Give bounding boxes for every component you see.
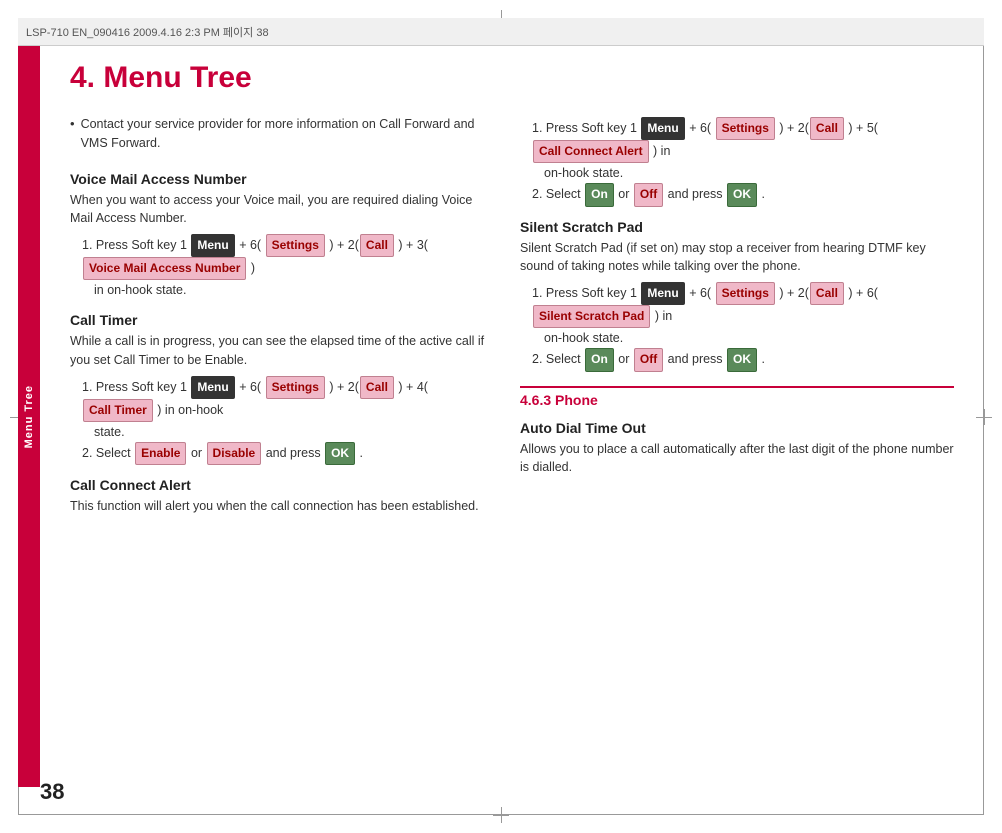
section-silent-scratch-heading: Silent Scratch Pad (520, 219, 954, 235)
key-off-2: Off (634, 348, 663, 371)
header-text: LSP-710 EN_090416 2009.4.16 2:3 PM 페이지 3… (26, 24, 269, 40)
auto-dial-body: Allows you to place a call automatically… (520, 440, 954, 478)
voice-mail-steps: 1. Press Soft key 1 Menu + 6( Settings )… (82, 234, 490, 300)
key-ok-1: OK (325, 442, 355, 465)
right-column: 1. Press Soft key 1 Menu + 6( Settings )… (520, 115, 954, 522)
key-call-2: Call (360, 376, 394, 399)
voice-mail-step1-cont: in on-hook state. (94, 280, 490, 300)
key-on-2: On (585, 348, 614, 371)
silent-scratch-step1: 1. Press Soft key 1 Menu + 6( Settings )… (532, 282, 954, 328)
key-menu-2: Menu (191, 376, 234, 399)
section-call-connect-heading: Call Connect Alert (70, 477, 490, 493)
key-ok-3: OK (727, 348, 757, 371)
key-settings-1: Settings (266, 234, 325, 257)
key-settings-2: Settings (266, 376, 325, 399)
key-menu-4: Menu (641, 282, 684, 305)
silent-scratch-steps: 1. Press Soft key 1 Menu + 6( Settings )… (532, 282, 954, 372)
key-callconnect: Call Connect Alert (533, 140, 649, 163)
side-label-text: Menu Tree (23, 385, 35, 448)
call-connect-steps: 1. Press Soft key 1 Menu + 6( Settings )… (532, 117, 954, 207)
call-connect-step1-cont: on-hook state. (544, 163, 954, 183)
voice-mail-step1: 1. Press Soft key 1 Menu + 6( Settings )… (82, 234, 490, 280)
silent-scratch-step2: 2. Select On or Off and press OK . (532, 348, 954, 371)
key-off-1: Off (634, 183, 663, 206)
key-enable: Enable (135, 442, 186, 465)
call-timer-step1-cont: state. (94, 422, 490, 442)
key-call-3: Call (810, 117, 844, 140)
phone-section: 4.6.3 Phone Auto Dial Time Out Allows yo… (520, 386, 954, 478)
key-silentscratch: Silent Scratch Pad (533, 305, 650, 328)
bullet-dot: • (70, 116, 75, 159)
header-bar: LSP-710 EN_090416 2009.4.16 2:3 PM 페이지 3… (18, 18, 984, 46)
key-call-1: Call (360, 234, 394, 257)
left-column: • Contact your service provider for more… (70, 115, 490, 522)
crosshair-bottom (493, 807, 509, 823)
phone-section-title: 4.6.3 Phone (520, 392, 954, 408)
call-timer-steps: 1. Press Soft key 1 Menu + 6( Settings )… (82, 376, 490, 466)
crosshair-right (976, 409, 992, 425)
call-connect-step1: 1. Press Soft key 1 Menu + 6( Settings )… (532, 117, 954, 163)
key-menu-1: Menu (191, 234, 234, 257)
bullet-block: • Contact your service provider for more… (70, 115, 490, 159)
two-column-layout: • Contact your service provider for more… (70, 115, 954, 522)
key-disable: Disable (207, 442, 262, 465)
key-settings-4: Settings (716, 282, 775, 305)
section-call-timer-heading: Call Timer (70, 312, 490, 328)
section-voice-mail-body: When you want to access your Voice mail,… (70, 191, 490, 229)
main-content: 4. Menu Tree • Contact your service prov… (40, 46, 974, 805)
key-on-1: On (585, 183, 614, 206)
bullet-text: Contact your service provider for more i… (81, 115, 490, 153)
key-menu-3: Menu (641, 117, 684, 140)
key-voicemail: Voice Mail Access Number (83, 257, 246, 280)
key-call-4: Call (810, 282, 844, 305)
silent-scratch-step1-cont: on-hook state. (544, 328, 954, 348)
section-voice-mail-heading: Voice Mail Access Number (70, 171, 490, 187)
key-settings-3: Settings (716, 117, 775, 140)
section-call-connect-body: This function will alert you when the ca… (70, 497, 490, 516)
main-title: 4. Menu Tree (70, 61, 954, 95)
auto-dial-heading: Auto Dial Time Out (520, 420, 954, 436)
side-label: Menu Tree (18, 46, 40, 787)
key-ok-2: OK (727, 183, 757, 206)
call-timer-step2: 2. Select Enable or Disable and press OK… (82, 442, 490, 465)
call-connect-step2: 2. Select On or Off and press OK . (532, 183, 954, 206)
section-silent-scratch-body: Silent Scratch Pad (if set on) may stop … (520, 239, 954, 277)
key-calltimer: Call Timer (83, 399, 153, 422)
call-timer-step1: 1. Press Soft key 1 Menu + 6( Settings )… (82, 376, 490, 422)
section-call-timer-body: While a call is in progress, you can see… (70, 332, 490, 370)
